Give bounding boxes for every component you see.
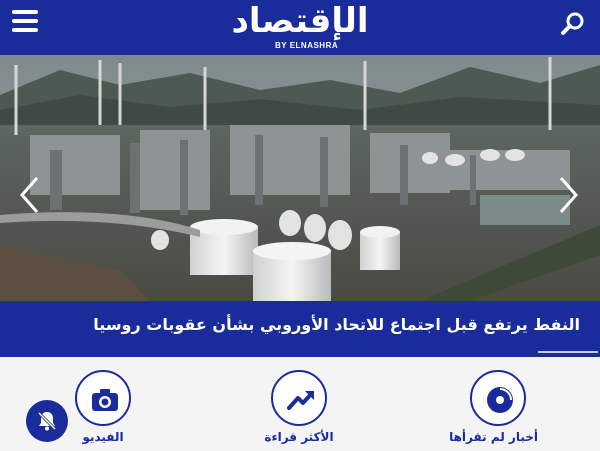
slide-indicator xyxy=(538,351,598,353)
slider-next-icon[interactable] xyxy=(558,175,580,215)
logo-subtext: BY ELNASHRA xyxy=(275,41,339,50)
search-icon[interactable] xyxy=(558,10,586,38)
slider-prev-icon[interactable] xyxy=(18,175,40,215)
shortcut-label-unread: أخبار لم تقرأها xyxy=(449,430,538,444)
unread-news-icon xyxy=(470,370,526,426)
refinery-photo xyxy=(0,55,600,301)
shortcut-most-read[interactable]: الأكثر قراءة xyxy=(259,370,339,444)
camera-icon xyxy=(75,370,131,426)
shortcut-unread-news[interactable]: أخبار لم تقرأها xyxy=(449,370,538,444)
shortcut-label-video: الفيديو xyxy=(82,430,124,444)
shortcut-label-most-read: الأكثر قراءة xyxy=(264,430,334,444)
hamburger-menu-icon[interactable] xyxy=(12,10,38,34)
hero-headline[interactable]: النفط يرتفع قبل اجتماع للاتحاد الأوروبي … xyxy=(93,315,580,334)
site-logo[interactable]: الإقتصاد BY ELNASHRA xyxy=(215,2,385,52)
hero-caption-bar[interactable]: النفط يرتفع قبل اجتماع للاتحاد الأوروبي … xyxy=(0,301,600,357)
hero-slider[interactable] xyxy=(0,55,600,301)
shortcut-video[interactable]: الفيديو xyxy=(63,370,143,444)
top-bar: الإقتصاد BY ELNASHRA xyxy=(0,0,600,55)
logo-text: الإقتصاد xyxy=(231,1,369,41)
trending-up-icon xyxy=(271,370,327,426)
bell-off-icon[interactable] xyxy=(26,400,68,442)
